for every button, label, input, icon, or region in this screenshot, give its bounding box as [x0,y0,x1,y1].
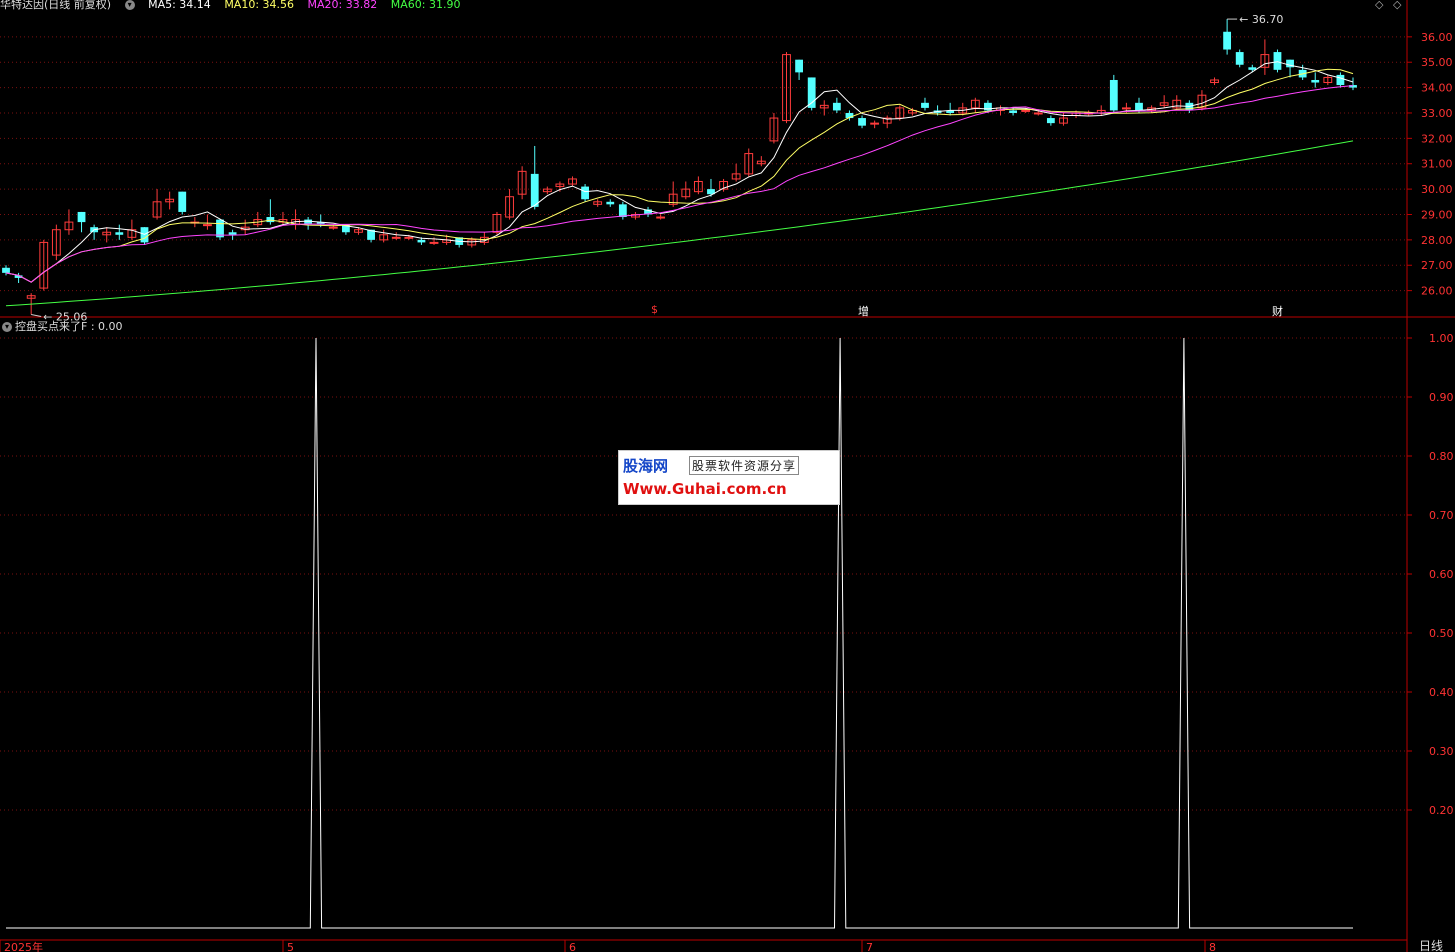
y-tick-label: 36.00 [1421,31,1453,44]
candle-body-down [1046,118,1055,124]
y-tick-label: 0.90 [1429,391,1454,404]
header-bar: 华特达因(日线 前复权) ▾ MA5: 34.14 MA10: 34.56 MA… [0,0,470,11]
candle-body-down [417,239,426,243]
zoom-control-icon[interactable]: ◇ [1375,0,1384,11]
candle-body-down [530,173,539,207]
watermark-url: Www.Guhai.com.cn [623,480,787,498]
x-tick-label: 6 [569,941,576,952]
ma60-legend: MA60: 31.90 [390,0,461,11]
candle-body-down [606,201,615,205]
indicator-menu-icon[interactable]: ▾ [2,322,12,332]
chart-title: 华特达因(日线 前复权) [0,0,112,11]
ma20-legend: MA20: 33.82 [307,0,378,11]
candle-body-down [115,232,124,235]
y-tick-label: 30.00 [1421,183,1453,196]
candle-body-up [328,226,338,229]
period-label: 日线 [1419,939,1443,952]
y-tick-label: 27.00 [1421,259,1453,272]
candle-body-up [203,224,212,227]
sub-panel-header: ▾ 控盘买点来了F : 0.00 [2,318,123,334]
price-annotation-line [31,313,42,317]
candle-body-down [618,204,627,218]
candle-body-up [656,216,666,219]
y-tick-label: 26.00 [1421,285,1453,298]
event-marker-increase[interactable]: 增 [858,303,869,319]
candle-body-down [2,267,10,273]
candle-body-up [870,122,880,125]
candle-body-down [1311,79,1320,83]
y-tick-label: 0.70 [1429,509,1454,522]
event-marker-dollar[interactable]: $ [651,303,658,316]
ma10-line [5,68,1354,283]
candle-body-up [1121,107,1131,110]
candle-body-down [1109,79,1118,111]
y-tick-label: 0.30 [1429,745,1454,758]
y-tick-label: 29.00 [1421,208,1453,221]
ma20-line [5,85,1354,283]
ma10-legend: MA10: 34.56 [224,0,295,11]
candle-body-up [1033,112,1043,115]
x-tick-label: 7 [866,941,873,952]
y-tick-label: 0.60 [1429,568,1454,581]
y-tick-label: 0.20 [1429,804,1454,817]
candle-body-down [795,59,803,73]
candle-body-down [921,102,929,108]
candle-body-up [1021,109,1031,112]
y-tick-label: 28.00 [1421,234,1453,247]
x-tick-label: 8 [1209,941,1216,952]
candle-body-down [832,102,841,111]
candle-body-down [1223,31,1232,50]
candle-body-down [581,186,589,200]
watermark-brand: 股海网 [623,457,669,475]
sub-panel-title: 控盘买点来了F : 0.00 [15,320,123,333]
candle-body-up [429,241,439,244]
candle-body-down [1009,110,1018,113]
event-marker-finance[interactable]: 财 [1272,303,1283,319]
candle-body-down [1273,52,1282,70]
watermark-slogan: 股票软件资源分享 [689,456,800,475]
candle-body-down [1248,67,1257,70]
y-tick-label: 33.00 [1421,107,1453,120]
ma5-legend: MA5: 34.14 [148,0,211,11]
ma5-line [5,61,1354,283]
candle-body-up [391,236,401,239]
y-tick-label: 0.50 [1429,627,1454,640]
candle-body-down [228,232,237,235]
y-tick-label: 0.40 [1429,686,1454,699]
y-tick-label: 31.00 [1421,158,1453,171]
settings-icon[interactable]: ▾ [124,0,135,10]
candle-body-down [858,118,866,126]
candle-body-down [77,211,86,223]
y-tick-label: 1.00 [1429,332,1454,345]
candle-body-down [1235,52,1244,65]
candle-body-down [1135,102,1143,111]
expand-control-icon[interactable]: ◇ [1393,0,1402,11]
y-tick-label: 32.00 [1421,132,1453,145]
x-tick-label: 5 [287,941,294,952]
watermark: 股海网 股票软件资源分享 Www.Guhai.com.cn [618,450,840,505]
y-tick-label: 35.00 [1421,56,1453,69]
stock-chart-window: { "header": { "title": "华特达因(日线 前复权)", "… [0,0,1455,952]
candle-body-up [404,236,414,239]
candle-body-down [178,191,187,212]
price-annotation: ← 36.70 [1239,13,1283,26]
y-tick-label: 34.00 [1421,82,1453,95]
y-tick-label: 0.80 [1429,450,1454,463]
x-tick-label: 2025年 [4,940,43,952]
candle-body-down [266,217,275,223]
candle-body-down [1336,74,1345,86]
